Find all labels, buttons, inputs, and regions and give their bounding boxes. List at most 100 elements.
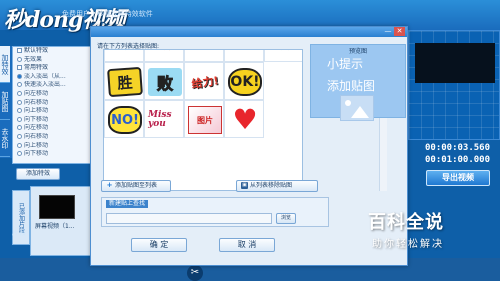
app-title: 免费用户 | 秒懂视频特效软件 (62, 10, 153, 18)
radio-icon (17, 90, 22, 96)
sticker-cell[interactable]: Miss you (144, 100, 184, 138)
effect-item[interactable]: 向上移动 (13, 107, 93, 116)
effect-item-label: 向上移动 (24, 107, 49, 115)
sticker-win: 胜 (107, 66, 143, 98)
tab-add-effect[interactable]: 加特效 (0, 46, 10, 83)
effect-item-label: 淡入淡出（从... (24, 72, 66, 80)
preview-caption: 预览图 (348, 48, 367, 55)
effect-item[interactable]: 快速淡入淡出... (13, 81, 93, 90)
cancel-button[interactable]: 取 消 (219, 238, 275, 252)
image-placeholder-icon (340, 95, 374, 121)
sticker-cell[interactable]: NO! (104, 100, 144, 138)
minimize-icon[interactable]: — (383, 27, 393, 36)
expand-icon (17, 65, 22, 71)
segment-label: 片 段 (12, 230, 26, 237)
new-sticker-group: 新建贴上查找 浏览 (101, 197, 329, 227)
sticker-item: 晴天 (108, 50, 142, 58)
radio-icon (17, 56, 22, 62)
radio-icon (17, 142, 22, 148)
close-icon[interactable]: ✕ (394, 27, 405, 36)
sticker-cell[interactable]: 给力! (184, 62, 224, 100)
sticker-cell[interactable]: 胜 (104, 62, 144, 100)
effect-item-label: 向左移动 (24, 124, 49, 132)
effect-group-label: 常用特效 (24, 64, 49, 72)
sticker-cell[interactable]: HI (224, 50, 264, 62)
preview-frame (415, 43, 495, 83)
effect-group-common[interactable]: 常用特效 (13, 64, 93, 73)
remove-sticker-from-list-button[interactable]: ▣ 从列表移除贴图 (236, 180, 318, 192)
effect-item[interactable]: 无效果 (13, 56, 93, 65)
sticker-item: 赞 (268, 50, 302, 58)
effect-group-default[interactable]: 默认特效 (13, 47, 93, 56)
radio-icon (17, 108, 22, 114)
add-to-list-label: 添加贴图至列表 (115, 182, 158, 189)
effect-item-label: 向右移动 (24, 98, 49, 106)
plus-icon: + (106, 181, 113, 189)
sticker-scene: 图片 (188, 106, 222, 134)
add-effect-button[interactable]: 添加特效 (16, 168, 60, 180)
sticker-item: GO (188, 50, 222, 58)
effect-item[interactable]: 向下移动 (13, 150, 93, 159)
preview-add-sticker: 添加贴图 (327, 79, 376, 93)
ok-button[interactable]: 确 定 (131, 238, 187, 252)
radio-icon (17, 133, 22, 139)
effect-item[interactable]: 向右移动 (13, 99, 93, 108)
current-time: 00:00:03.560 (425, 143, 491, 153)
new-sticker-title: 新建贴上查找 (106, 200, 149, 208)
watermark-slogan: 助你轻松解决 (372, 239, 444, 250)
export-video-button[interactable]: 导出视频 (426, 170, 490, 186)
effect-item[interactable]: 向右移动 (13, 133, 93, 142)
sticker-no: NO! (108, 106, 142, 134)
sticker-item: HI (228, 50, 262, 58)
preview-hint: 小提示 (327, 57, 364, 71)
radio-icon (17, 151, 22, 157)
add-sticker-to-list-button[interactable]: + 添加贴图至列表 (101, 180, 171, 192)
tab-add-sticker[interactable]: 加贴图 (0, 83, 10, 120)
clip-panel: 屏幕视频（1... (30, 186, 94, 256)
trash-icon: ▣ (241, 182, 248, 189)
watermark-brand: 百科全说 (368, 212, 444, 233)
effect-item[interactable]: 向上移动 (13, 142, 93, 151)
effect-item[interactable]: 淡入淡出（从... (13, 73, 93, 82)
video-preview (408, 30, 500, 140)
scissors-icon[interactable]: ✂ (187, 265, 203, 281)
sticker-cell[interactable]: 图片 (184, 100, 224, 138)
effect-group-label: 默认特效 (24, 47, 49, 54)
sticker-heart: ♥ (232, 103, 258, 136)
effect-item-label: 向下移动 (24, 150, 49, 158)
sticker-path-input[interactable] (106, 213, 272, 224)
effect-item-label: 向右移动 (24, 132, 49, 140)
sticker-cell[interactable]: GO (184, 50, 224, 62)
sticker-geili: 给力! (190, 74, 220, 91)
expand-icon (17, 48, 22, 53)
effect-item-label: 向左移动 (24, 89, 49, 97)
sticker-grid: 晴天 顶 GO HI 赞 胜 败 给力! OK! NO! Miss you 图片… (103, 49, 303, 191)
remove-from-list-label: 从列表移除贴图 (250, 182, 293, 189)
radio-icon (17, 73, 22, 79)
clip-thumbnail[interactable] (39, 195, 75, 219)
clip-label: 屏幕视频（1... (35, 223, 75, 230)
sticker-lose: 败 (148, 68, 182, 96)
dialog-titlebar (91, 27, 407, 37)
sticker-cell[interactable]: 败 (144, 62, 184, 100)
total-time: 00:01:00.000 (425, 155, 491, 165)
sticker-miss-you: Miss you (148, 110, 172, 129)
browse-button[interactable]: 浏览 (276, 213, 296, 224)
radio-icon (17, 99, 22, 105)
effect-item-label: 快速淡入淡出... (24, 81, 66, 89)
sticker-cell[interactable]: 顶 (144, 50, 184, 62)
mountain-shape (351, 106, 369, 118)
sticker-cell[interactable]: 赞 (264, 50, 302, 62)
effect-item-label: 无效果 (24, 55, 43, 63)
sticker-cell[interactable]: ♥ (224, 100, 264, 138)
effect-item[interactable]: 向左移动 (13, 124, 93, 133)
tab-remove-watermark[interactable]: 去水印 (0, 120, 10, 157)
effect-item[interactable]: 向下移动 (13, 116, 93, 125)
effect-item-label: 向下移动 (24, 115, 49, 123)
effect-list: 默认特效 无效果 常用特效 淡入淡出（从... 快速淡入淡出... 向左移动 向… (12, 46, 94, 164)
sticker-cell[interactable]: OK! (224, 62, 264, 100)
radio-icon (17, 82, 22, 88)
sticker-cell[interactable]: 晴天 (104, 50, 144, 62)
left-tab-bar: 加特效 加贴图 去水印 (0, 46, 12, 158)
effect-item[interactable]: 向左移动 (13, 90, 93, 99)
